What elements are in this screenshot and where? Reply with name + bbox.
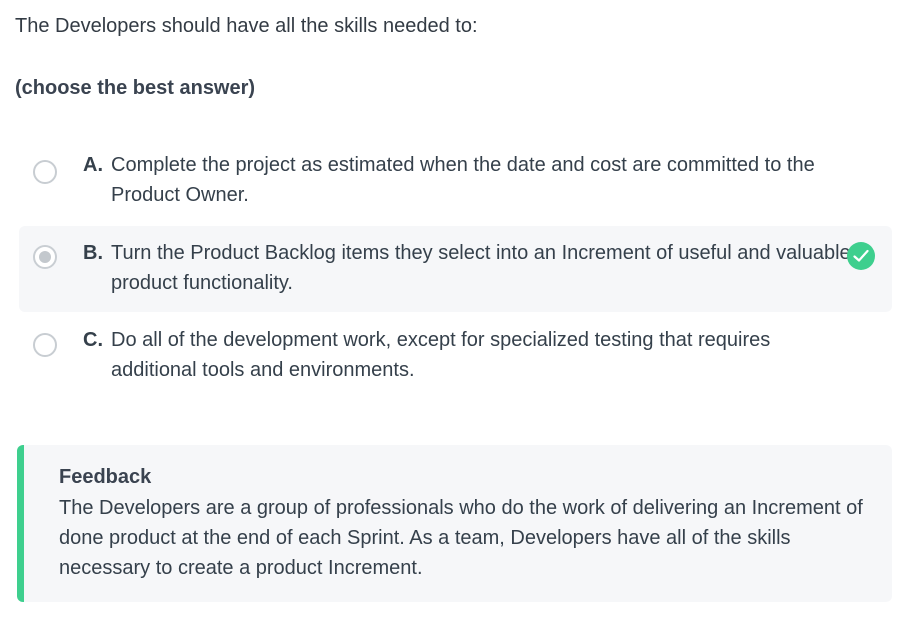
answer-option-b-text: B. Turn the Product Backlog items they se… bbox=[83, 238, 851, 298]
question-instruction: (choose the best answer) bbox=[15, 77, 256, 99]
feedback-body: The Developers are a group of profession… bbox=[59, 497, 863, 579]
question-text: The Developers should have all the skill… bbox=[15, 15, 478, 37]
answer-option-b[interactable]: B. Turn the Product Backlog items they se… bbox=[19, 226, 892, 312]
answer-option-a[interactable]: A. Complete the project as estimated when… bbox=[19, 140, 892, 220]
answer-label-b: Turn the Product Backlog items they sele… bbox=[111, 242, 851, 294]
check-circle-icon bbox=[847, 242, 875, 270]
feedback-accent-bar bbox=[17, 445, 24, 602]
radio-button-a[interactable] bbox=[33, 160, 57, 184]
feedback-panel: Feedback The Developers are a group of p… bbox=[17, 445, 892, 602]
answer-letter-a: A. bbox=[83, 154, 103, 176]
answer-letter-c: C. bbox=[83, 329, 103, 351]
radio-button-b[interactable] bbox=[33, 245, 57, 269]
answer-option-c[interactable]: C. Do all of the development work, except… bbox=[19, 316, 892, 396]
radio-button-c[interactable] bbox=[33, 333, 57, 357]
answer-option-a-text: A. Complete the project as estimated when… bbox=[83, 150, 851, 210]
answer-label-c: Do all of the development work, except f… bbox=[111, 329, 771, 381]
answer-option-c-text: C. Do all of the development work, except… bbox=[83, 325, 851, 385]
answer-letter-b: B. bbox=[83, 242, 103, 264]
feedback-title: Feedback bbox=[59, 466, 152, 488]
answer-label-a: Complete the project as estimated when t… bbox=[111, 154, 815, 206]
